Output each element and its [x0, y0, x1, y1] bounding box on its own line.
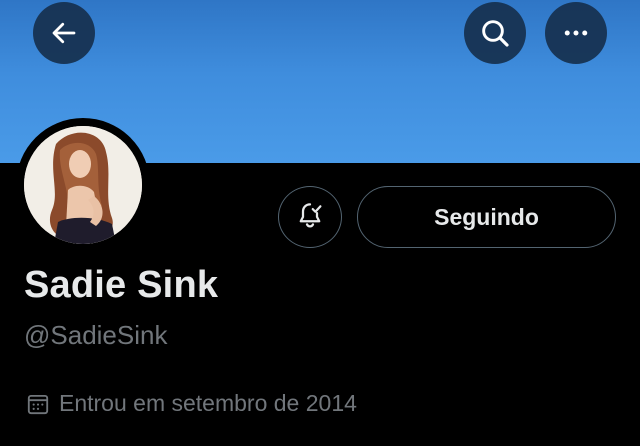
back-button[interactable] [33, 2, 95, 64]
calendar-icon [25, 391, 51, 417]
profile-photo [24, 126, 142, 244]
display-name: Sadie Sink [24, 264, 219, 306]
search-icon [479, 17, 511, 49]
following-button[interactable]: Seguindo [357, 186, 616, 248]
avatar[interactable] [24, 126, 142, 244]
search-button[interactable] [464, 2, 526, 64]
joined-date-row: Entrou em setembro de 2014 [25, 390, 357, 417]
user-handle: @SadieSink [24, 320, 168, 350]
bell-check-icon [295, 200, 325, 235]
more-options-button[interactable] [545, 2, 607, 64]
more-horizontal-icon [561, 18, 591, 48]
arrow-left-icon [49, 18, 79, 48]
avatar-frame [16, 118, 150, 252]
notifications-button[interactable] [278, 186, 342, 248]
joined-date: Entrou em setembro de 2014 [59, 390, 357, 416]
